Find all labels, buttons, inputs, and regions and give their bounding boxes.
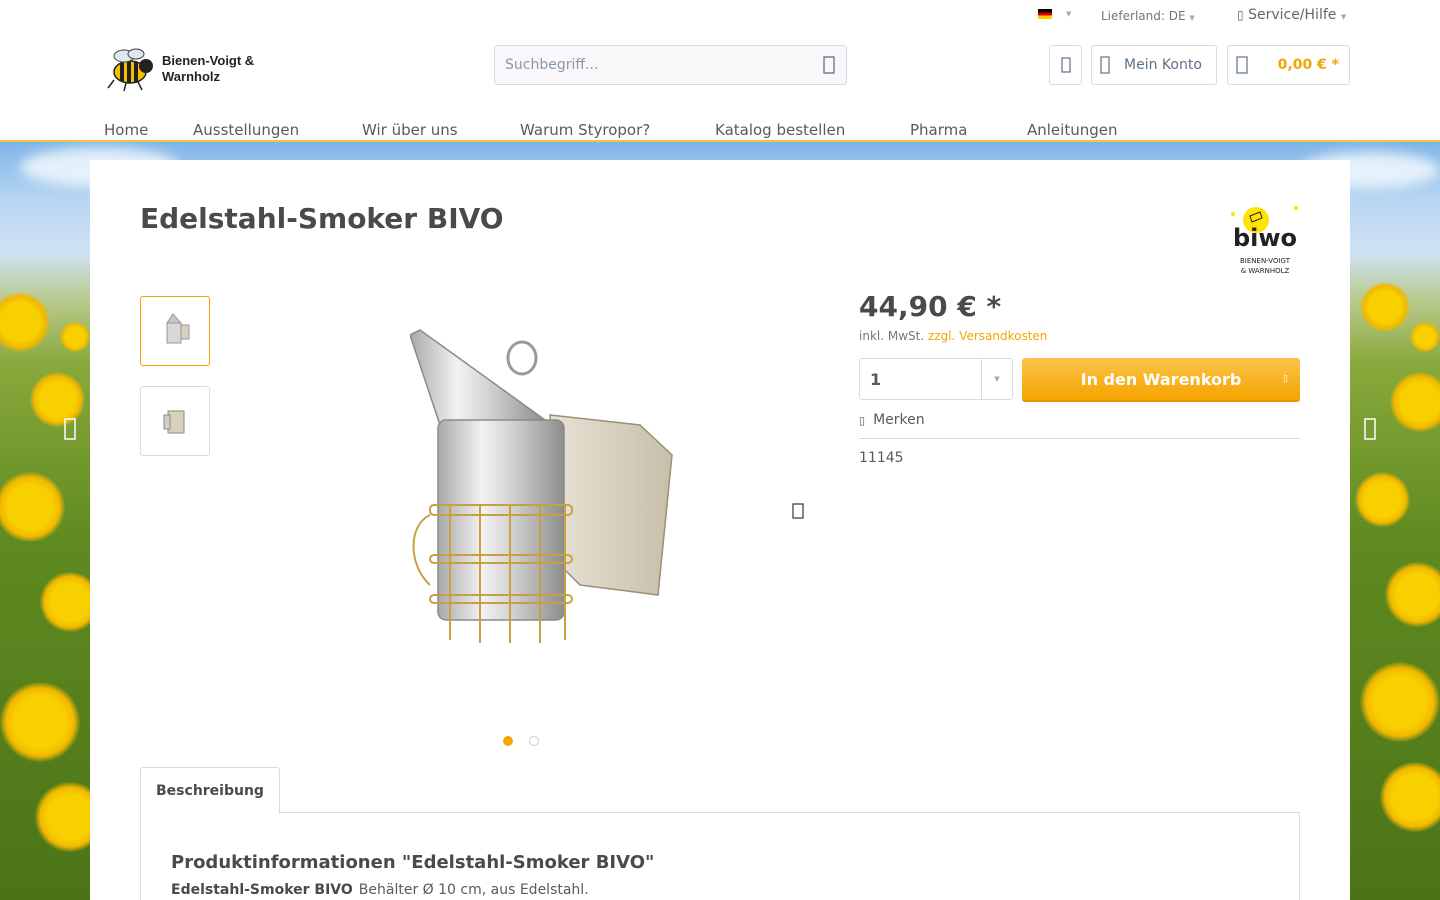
shipping-costs-link[interactable]: zzgl. Versandkosten [928, 329, 1047, 343]
add-to-wishlist-link[interactable]: ▯ Merken [859, 412, 925, 428]
nav-item-warum-styropor[interactable]: Warum Styropor? [520, 121, 650, 139]
next-product-arrow[interactable] [1358, 415, 1382, 443]
slider-dot-1[interactable] [503, 736, 513, 746]
nav-item-katalog-bestellen[interactable]: Katalog bestellen [715, 121, 845, 139]
product-title: Edelstahl-Smoker BIVO [140, 202, 504, 235]
nav-item-pharma[interactable]: Pharma [910, 121, 967, 139]
arrow-left-icon [64, 418, 76, 440]
zoom-icon [792, 503, 804, 519]
divider [859, 438, 1300, 439]
account-button[interactable]: Mein Konto [1091, 45, 1217, 85]
cart-amount: 0,00 € * [1277, 57, 1339, 73]
smoker-main-image [409, 329, 673, 643]
heart-icon: ▯ [859, 413, 866, 427]
smoker-side-thumbnail-image [163, 410, 185, 434]
delivery-country-selector[interactable]: Lieferland: DE ▼ [1101, 9, 1195, 23]
quantity-value: 1 [870, 369, 882, 389]
smoker-thumbnail-image [166, 313, 190, 344]
chevron-down-icon: ▼ [981, 359, 1012, 399]
nav-item-anleitungen[interactable]: Anleitungen [1027, 121, 1117, 139]
wishlist-button[interactable] [1049, 45, 1082, 85]
service-menu[interactable]: ▯ Service/Hilfe ▼ [1237, 7, 1346, 23]
site-logo[interactable]: Bienen-Voigt & Warnholz [104, 46, 254, 92]
tax-info: inkl. MwSt. zzgl. Versandkosten [859, 329, 1047, 343]
chevron-down-icon: ▼ [1189, 14, 1195, 22]
tab-beschreibung[interactable]: Beschreibung [140, 767, 280, 814]
search-icon [823, 56, 835, 74]
arrow-right-icon [1364, 418, 1376, 440]
brand-logo-image: biwo BIENEN-VOIGT & WARNHOLZ [1231, 206, 1298, 275]
service-label: Service/Hilfe [1248, 7, 1337, 23]
quantity-select[interactable]: 1 ▼ [859, 358, 1013, 400]
description-heading: Produktinformationen "Edelstahl-Smoker B… [171, 852, 655, 873]
heart-icon [1060, 57, 1071, 73]
main-navigation: Home Ausstellungen Wir über uns Warum St… [0, 118, 1440, 142]
brand-sub2: & WARNHOLZ [1241, 267, 1290, 275]
previous-product-arrow[interactable] [58, 415, 82, 443]
add-to-cart-label: In den Warenkorb [1080, 369, 1242, 389]
search-input[interactable] [495, 57, 812, 73]
logo-line1: Bienen-Voigt & [162, 53, 255, 68]
nav-item-home[interactable]: Home [104, 121, 148, 139]
product-thumbnail-2[interactable] [140, 386, 210, 456]
chevron-down-icon: ▼ [1340, 13, 1347, 21]
search-bar [494, 45, 847, 85]
image-slider-dots [503, 736, 539, 746]
wishlist-label: Merken [873, 412, 925, 428]
slider-dot-2[interactable] [529, 736, 539, 746]
description-text: Edelstahl-Smoker BIVO Behälter Ø 10 cm, a… [171, 882, 589, 898]
nav-item-wir-ueber-uns[interactable]: Wir über uns [362, 121, 458, 139]
chevron-down-icon: ▼ [1066, 10, 1072, 18]
add-to-cart-button[interactable]: In den Warenkorb ▯ [1022, 358, 1300, 400]
flag-de-icon [1038, 9, 1052, 19]
zoom-image-button[interactable] [792, 503, 804, 519]
nav-item-ausstellungen[interactable]: Ausstellungen [193, 121, 299, 139]
chevron-right-icon: ▯ [1283, 374, 1288, 384]
cart-button[interactable]: 0,00 € * [1227, 45, 1350, 85]
product-detail-panel: Edelstahl-Smoker BIVO biwo BIENEN-VOIGT … [90, 160, 1350, 900]
brand-sub1: BIENEN-VOIGT [1240, 257, 1291, 265]
search-button[interactable] [812, 46, 846, 84]
top-bar: ▼ Lieferland: DE ▼ ▯ Service/Hilfe ▼ [0, 0, 1440, 32]
product-thumbnail-1[interactable] [140, 296, 210, 366]
delivery-country-label: Lieferland: DE [1101, 9, 1186, 23]
brand-logo[interactable]: biwo BIENEN-VOIGT & WARNHOLZ [1228, 204, 1302, 280]
description-lead-bold: Edelstahl-Smoker BIVO [171, 882, 353, 898]
help-icon: ▯ [1237, 8, 1244, 22]
user-icon [1100, 56, 1110, 74]
description-lead-text: Behälter Ø 10 cm, aus Edelstahl. [358, 882, 589, 898]
tax-note: inkl. MwSt. [859, 329, 925, 343]
brand-name: biwo [1233, 224, 1297, 252]
logo-line2: Warnholz [162, 69, 221, 84]
product-main-image[interactable] [409, 325, 680, 645]
account-label: Mein Konto [1124, 57, 1202, 73]
product-price: 44,90 € * [859, 290, 1002, 323]
basket-icon [1236, 56, 1248, 74]
bee-logo-icon [107, 48, 153, 92]
language-switcher[interactable]: ▼ [1038, 9, 1071, 19]
product-sku: 11145 [859, 450, 904, 466]
